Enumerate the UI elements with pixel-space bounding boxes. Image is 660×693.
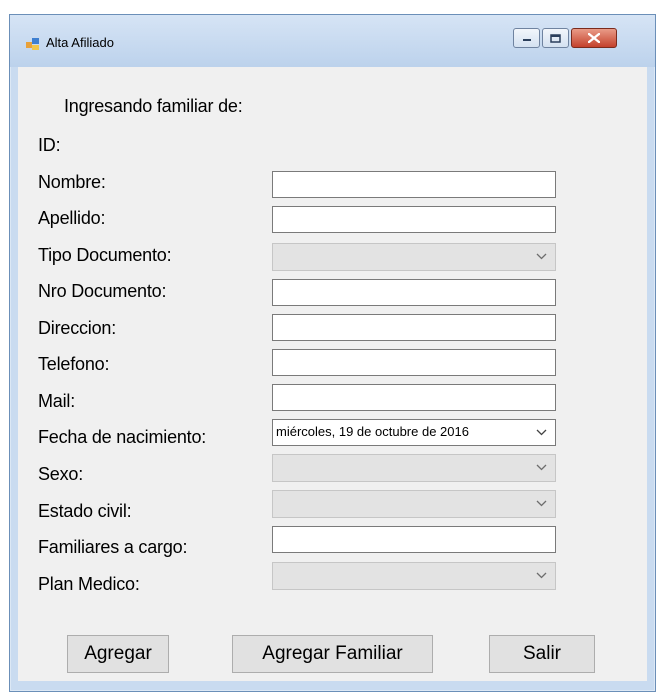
- sexo-label: Sexo:: [38, 464, 84, 484]
- heading-label: Ingresando familiar de:: [64, 96, 243, 116]
- form-client-area: Ingresando familiar de: ID: Nombre: Apel…: [18, 67, 647, 681]
- minimize-icon: [522, 39, 531, 41]
- fecha-nacimiento-picker[interactable]: miércoles, 19 de octubre de 2016: [272, 419, 556, 446]
- direccion-input[interactable]: [272, 314, 556, 341]
- close-icon: [588, 33, 600, 43]
- id-label: ID:: [38, 135, 61, 155]
- form-window-icon: [26, 38, 39, 50]
- agregar-familiar-button[interactable]: Agregar Familiar: [232, 635, 433, 673]
- app-window: Alta Afiliado Ingresando familiar de: ID…: [9, 14, 656, 692]
- window-title: Alta Afiliado: [46, 35, 114, 50]
- fecha-nacimiento-value: miércoles, 19 de octubre de 2016: [276, 424, 469, 439]
- mail-label: Mail:: [38, 391, 76, 411]
- direccion-label: Direccion:: [38, 318, 117, 338]
- chevron-down-icon: [536, 464, 547, 471]
- telefono-label: Telefono:: [38, 354, 110, 374]
- plan-medico-combo[interactable]: [272, 562, 556, 590]
- estado-civil-label: Estado civil:: [38, 501, 132, 521]
- nro-documento-input[interactable]: [272, 279, 556, 306]
- chevron-down-icon: [536, 572, 547, 579]
- title-bar[interactable]: Alta Afiliado: [10, 15, 655, 67]
- telefono-input[interactable]: [272, 349, 556, 376]
- apellido-input[interactable]: [272, 206, 556, 233]
- tipo-documento-label: Tipo Documento:: [38, 245, 172, 265]
- estado-civil-combo[interactable]: [272, 490, 556, 518]
- familiares-cargo-input[interactable]: [272, 526, 556, 553]
- apellido-label: Apellido:: [38, 208, 106, 228]
- familiares-cargo-label: Familiares a cargo:: [38, 537, 188, 557]
- sexo-combo[interactable]: [272, 454, 556, 482]
- nombre-input[interactable]: [272, 171, 556, 198]
- close-button[interactable]: [571, 28, 617, 48]
- agregar-button[interactable]: Agregar: [67, 635, 169, 673]
- nombre-label: Nombre:: [38, 172, 106, 192]
- nro-documento-label: Nro Documento:: [38, 281, 167, 301]
- plan-medico-label: Plan Medico:: [38, 574, 140, 594]
- chevron-down-icon: [536, 253, 547, 260]
- salir-button[interactable]: Salir: [489, 635, 595, 673]
- maximize-button[interactable]: [542, 28, 569, 48]
- chevron-down-icon: [536, 500, 547, 507]
- minimize-button[interactable]: [513, 28, 540, 48]
- fecha-nacimiento-label: Fecha de nacimiento:: [38, 427, 207, 447]
- chevron-down-icon: [536, 429, 547, 436]
- mail-input[interactable]: [272, 384, 556, 411]
- maximize-icon: [550, 33, 561, 43]
- tipo-documento-combo[interactable]: [272, 243, 556, 271]
